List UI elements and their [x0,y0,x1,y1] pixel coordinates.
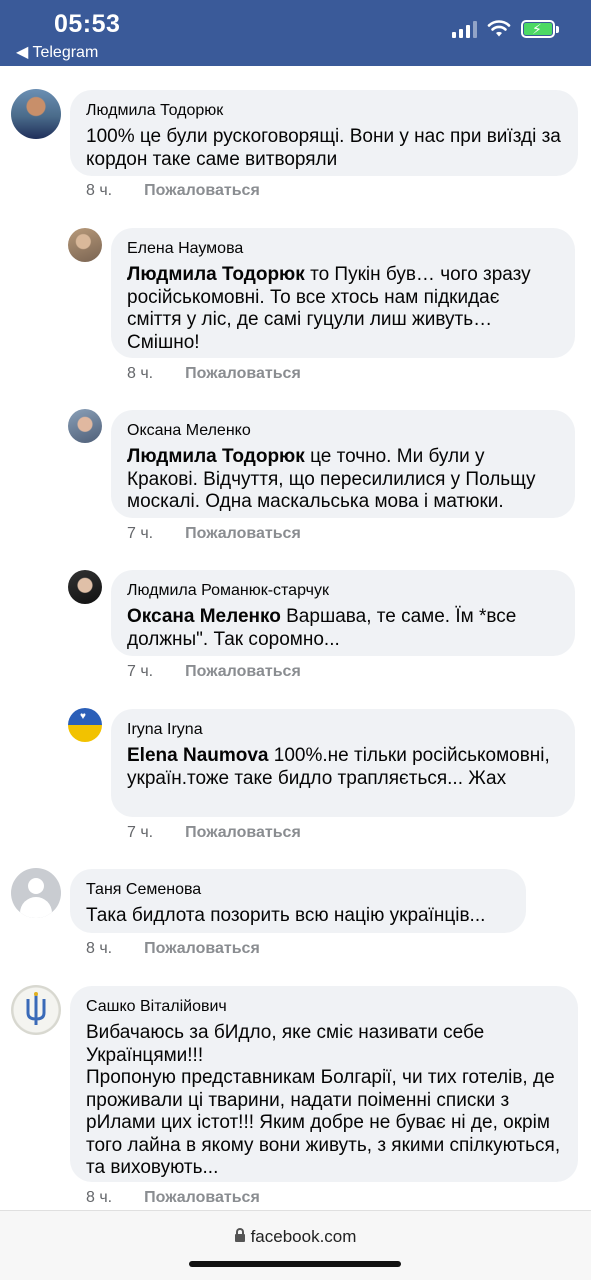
cellular-signal-icon [452,20,477,38]
comment-bubble: Елена Наумова Людмила Тодорюк то Пукін б… [111,228,575,358]
trident-icon [26,992,46,1025]
mention-link[interactable]: Людмила Тодорюк [127,446,305,467]
avatar[interactable] [68,228,102,262]
report-link[interactable]: Пожаловаться [144,1189,260,1207]
comment-time[interactable]: 7 ч. [127,824,153,842]
comment-text: 100% це були рускоговорящі. Вони у нас п… [86,126,561,170]
comment-time[interactable]: 7 ч. [127,663,153,681]
mention-link[interactable]: Людмила Тодорюк [127,264,305,285]
comment-meta: 8 ч. Пожаловаться [86,940,260,958]
comment-meta: 8 ч. Пожаловаться [127,365,301,383]
back-to-telegram-link[interactable]: ◀ Telegram [16,42,98,62]
comment-text: Людмила Тодорюк це точно. Ми були у Крак… [127,446,536,512]
mention-link[interactable]: Elena Naumova [127,745,269,766]
avatar[interactable] [68,409,102,443]
browser-bottom-bar: facebook.com [0,1210,591,1280]
comment-time[interactable]: 8 ч. [86,940,112,958]
comment-author[interactable]: Людмила Тодорюк [86,102,562,120]
default-avatar-icon[interactable] [11,868,61,918]
comment-author[interactable]: Таня Семенова [86,881,510,899]
wifi-icon [487,20,511,37]
comment-author[interactable]: Оксана Меленко [127,422,559,440]
comment-time[interactable]: 8 ч. [127,365,153,383]
status-time: 05:53 [54,10,121,38]
comment-time[interactable]: 8 ч. [86,182,112,200]
avatar[interactable] [11,985,61,1035]
comment-text: Людмила Тодорюк то Пукін був… чого зразу… [127,264,531,353]
avatar[interactable] [11,89,61,139]
comment-author[interactable]: Сашко Віталійович [86,998,562,1016]
comment-time[interactable]: 8 ч. [86,1189,112,1207]
report-link[interactable]: Пожаловаться [144,182,260,200]
comment-text: Оксана Меленко Варшава, те саме. Їм *все… [127,606,517,650]
report-link[interactable]: Пожаловаться [185,663,301,681]
status-icons: ⚡ [452,20,559,38]
comment-bubble: Iryna Iryna Elena Naumova 100%.не тільки… [111,709,575,817]
home-indicator[interactable] [189,1261,401,1267]
report-link[interactable]: Пожаловаться [185,365,301,383]
url-text: facebook.com [250,1227,357,1246]
lock-icon [234,1228,245,1242]
battery-charging-icon: ⚡ [521,20,559,38]
comment-bubble: Таня Семенова Така бидлота позорить всю … [70,869,526,933]
report-link[interactable]: Пожаловаться [185,824,301,842]
avatar[interactable]: ♥ [68,708,102,742]
comment-text: Така бидлота позорить всю націю українці… [86,905,486,926]
status-bar: 05:53 ◀ Telegram ⚡ [0,0,591,66]
mention-link[interactable]: Оксана Меленко [127,606,281,627]
comment-author[interactable]: Iryna Iryna [127,721,559,739]
comment-text: Вибачаюсь за бИдло, яке сміє називати се… [86,1022,561,1178]
comment-meta: 8 ч. Пожаловаться [86,1189,260,1207]
comment-text: Elena Naumova 100%.не тільки російськомо… [127,745,550,789]
address-bar[interactable]: facebook.com [0,1227,591,1247]
comment-author[interactable]: Елена Наумова [127,240,559,258]
comment-bubble: Оксана Меленко Людмила Тодорюк це точно.… [111,410,575,518]
comment-bubble: Людмила Тодорюк 100% це були рускоговоря… [70,90,578,176]
avatar[interactable] [68,570,102,604]
comment-meta: 7 ч. Пожаловаться [127,663,301,681]
comment-meta: 8 ч. Пожаловаться [86,182,260,200]
comment-author[interactable]: Людмила Романюк-старчук [127,582,559,600]
comment-meta: 7 ч. Пожаловаться [127,525,301,543]
heart-icon: ♥ [80,711,86,722]
comment-time[interactable]: 7 ч. [127,525,153,543]
report-link[interactable]: Пожаловаться [185,525,301,543]
comment-bubble: Сашко Віталійович Вибачаюсь за бИдло, як… [70,986,578,1182]
report-link[interactable]: Пожаловаться [144,940,260,958]
comment-bubble: Людмила Романюк-старчук Оксана Меленко В… [111,570,575,656]
comment-meta: 7 ч. Пожаловаться [127,824,301,842]
